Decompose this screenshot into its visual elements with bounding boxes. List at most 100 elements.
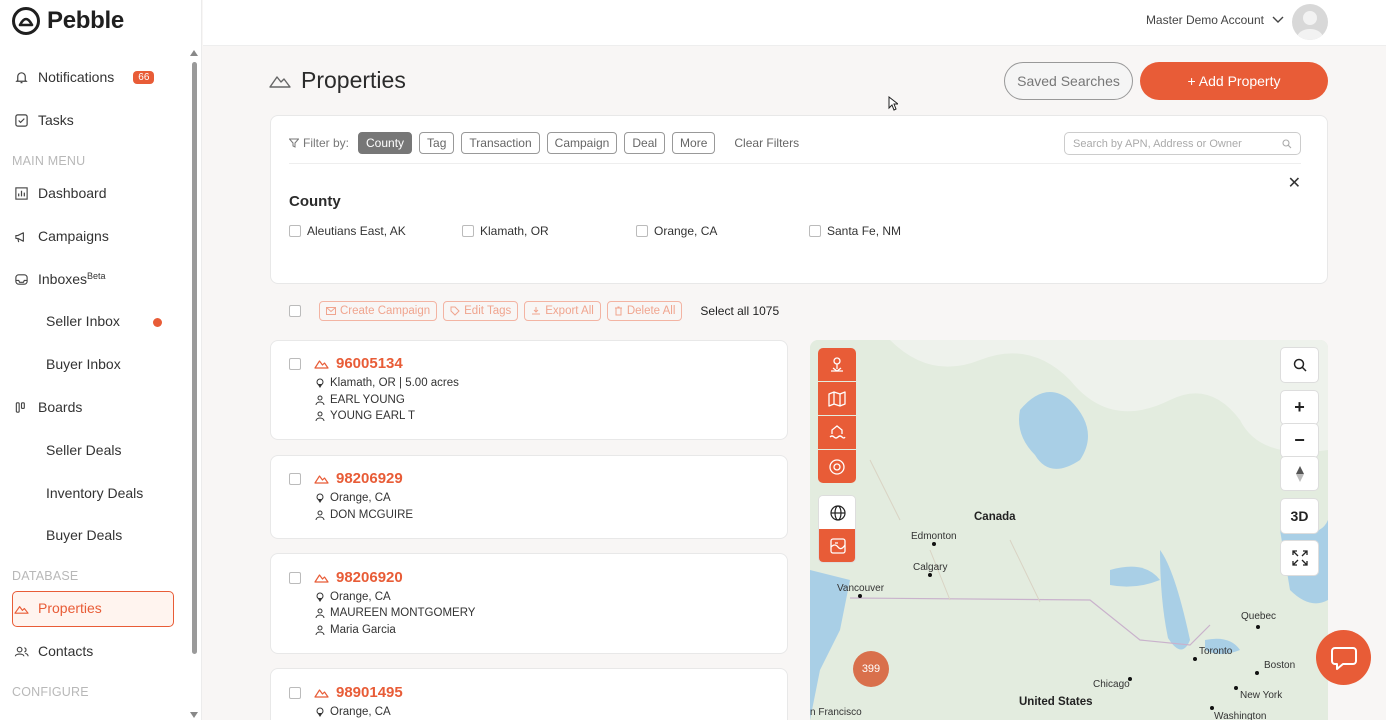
bar-chart-icon: [15, 186, 28, 200]
property-card[interactable]: 98901495 Orange, CA: [270, 668, 788, 720]
sidebar-item-boards[interactable]: Boards: [14, 390, 182, 424]
app-logo[interactable]: Pebble: [11, 6, 124, 36]
filter-chip-transaction[interactable]: Transaction: [461, 132, 540, 154]
sidebar-item-notifications[interactable]: Notifications 66: [14, 60, 182, 94]
county-option[interactable]: Klamath, OR: [462, 224, 549, 238]
export-all-button[interactable]: Export All: [524, 301, 601, 321]
filter-chip-campaign[interactable]: Campaign: [546, 132, 618, 154]
scroll-up-arrow-icon[interactable]: [190, 50, 198, 56]
account-switcher[interactable]: Master Demo Account: [1146, 13, 1284, 27]
chat-launcher-button[interactable]: [1316, 630, 1371, 685]
create-campaign-button[interactable]: Create Campaign: [319, 301, 438, 321]
delete-all-label: Delete All: [626, 305, 676, 317]
add-property-button[interactable]: + Add Property: [1140, 62, 1328, 100]
chevron-down-icon: [1272, 16, 1284, 23]
city-dot: [1128, 677, 1132, 681]
parcel-layer-button[interactable]: [818, 382, 856, 415]
3d-toggle-button[interactable]: 3D: [1281, 499, 1318, 533]
zoom-out-button[interactable]: −: [1281, 424, 1318, 457]
map-style-tools: [818, 495, 856, 563]
checkbox[interactable]: [809, 225, 821, 237]
property-owner: Maria Garcia: [315, 624, 396, 636]
mountain-icon: [314, 573, 329, 583]
filter-panel: Filter by: County Tag Transaction Campai…: [270, 115, 1328, 284]
property-search-input[interactable]: Search by APN, Address or Owner: [1064, 132, 1301, 155]
map-cluster-marker[interactable]: 399: [853, 651, 889, 687]
funnel-icon: [289, 138, 299, 148]
property-id[interactable]: 98901495: [314, 684, 403, 701]
city-dot: [1210, 706, 1214, 710]
sidebar-item-inboxes[interactable]: InboxesBeta: [14, 262, 182, 296]
close-icon[interactable]: ✕: [1288, 173, 1301, 193]
fullscreen-button[interactable]: [1281, 541, 1318, 575]
create-campaign-label: Create Campaign: [340, 305, 431, 317]
compass-button[interactable]: [1281, 457, 1318, 490]
property-id[interactable]: 98206920: [314, 569, 403, 586]
sidebar-item-contacts[interactable]: Contacts: [14, 634, 182, 668]
checkbox[interactable]: [636, 225, 648, 237]
satellite-view-button[interactable]: [819, 529, 855, 562]
sidebar-item-properties[interactable]: Properties: [14, 591, 182, 625]
property-checkbox[interactable]: [289, 358, 301, 370]
mountain-icon: [314, 359, 329, 369]
sidebar-item-dashboard[interactable]: Dashboard: [14, 176, 182, 210]
property-id[interactable]: 96005134: [314, 355, 403, 372]
chat-bubble-icon: [1330, 646, 1357, 670]
owner-layer-button[interactable]: [818, 348, 856, 381]
scrollbar-thumb[interactable]: [192, 62, 197, 654]
map-label-san-francisco: n Francisco: [810, 707, 862, 718]
clear-filters-link[interactable]: Clear Filters: [734, 136, 799, 150]
county-label: Santa Fe, NM: [827, 224, 902, 238]
filter-chip-tag[interactable]: Tag: [419, 132, 455, 154]
city-dot: [858, 594, 862, 598]
filter-by-label: Filter by:: [289, 136, 349, 150]
county-option[interactable]: Aleutians East, AK: [289, 224, 406, 238]
compass-icon: [1295, 465, 1304, 482]
mountain-icon: [314, 688, 329, 698]
map-label-canada: Canada: [974, 511, 1016, 523]
user-icon: [315, 625, 325, 635]
county-option[interactable]: Santa Fe, NM: [809, 224, 901, 238]
select-all-checkbox[interactable]: [289, 305, 301, 317]
property-checkbox[interactable]: [289, 572, 301, 584]
sidebar-item-label: Campaigns: [38, 228, 109, 244]
filter-chip-county[interactable]: County: [358, 132, 413, 154]
property-location-text: Orange, CA: [330, 492, 391, 504]
filter-chip-deal[interactable]: Deal: [624, 132, 666, 154]
globe-view-button[interactable]: [819, 496, 855, 529]
sidebar-item-tasks[interactable]: Tasks: [14, 103, 182, 137]
flood-layer-button[interactable]: [818, 416, 856, 449]
filter-row: Filter by: County Tag Transaction Campai…: [289, 132, 799, 154]
city-dot: [1234, 686, 1238, 690]
avatar[interactable]: [1292, 4, 1328, 40]
property-checkbox[interactable]: [289, 687, 301, 699]
sidebar-scrollbar[interactable]: [189, 48, 199, 720]
filter-chip-more[interactable]: More: [672, 132, 716, 154]
select-all-link[interactable]: Select all 1075: [700, 304, 779, 318]
user-avatar-icon: [1297, 11, 1323, 40]
property-card[interactable]: 98206920 Orange, CA MAUREEN MONTGOMERY M…: [270, 553, 788, 654]
sidebar-item-label: Tasks: [38, 112, 74, 128]
map-pin-icon: [316, 592, 324, 602]
checkbox[interactable]: [462, 225, 474, 237]
property-checkbox[interactable]: [289, 473, 301, 485]
radius-layer-button[interactable]: [818, 450, 856, 483]
map-label-new-york: New York: [1240, 690, 1283, 701]
globe-icon: [830, 504, 846, 521]
map-pin-icon: [316, 493, 324, 503]
saved-searches-button[interactable]: Saved Searches: [1004, 62, 1133, 100]
property-card[interactable]: 98206929 Orange, CA DON MCGUIRE: [270, 455, 788, 539]
county-option[interactable]: Orange, CA: [636, 224, 717, 238]
scroll-down-arrow-icon[interactable]: [190, 712, 198, 718]
checkbox[interactable]: [289, 225, 301, 237]
property-map[interactable]: + − 3D Canada Edmonton Calgary Vancouver…: [810, 340, 1328, 720]
map-search-button[interactable]: [1281, 348, 1318, 382]
edit-tags-button[interactable]: Edit Tags: [443, 301, 519, 321]
zoom-in-button[interactable]: +: [1281, 391, 1318, 424]
delete-all-button[interactable]: Delete All: [606, 301, 683, 321]
property-id[interactable]: 98206929: [314, 470, 403, 487]
property-card[interactable]: 96005134 Klamath, OR | 5.00 acres EARL Y…: [270, 340, 788, 440]
sidebar-item-campaigns[interactable]: Campaigns: [14, 219, 182, 253]
property-owner-text: DON MCGUIRE: [330, 509, 414, 521]
checkbox-icon: [15, 113, 28, 127]
